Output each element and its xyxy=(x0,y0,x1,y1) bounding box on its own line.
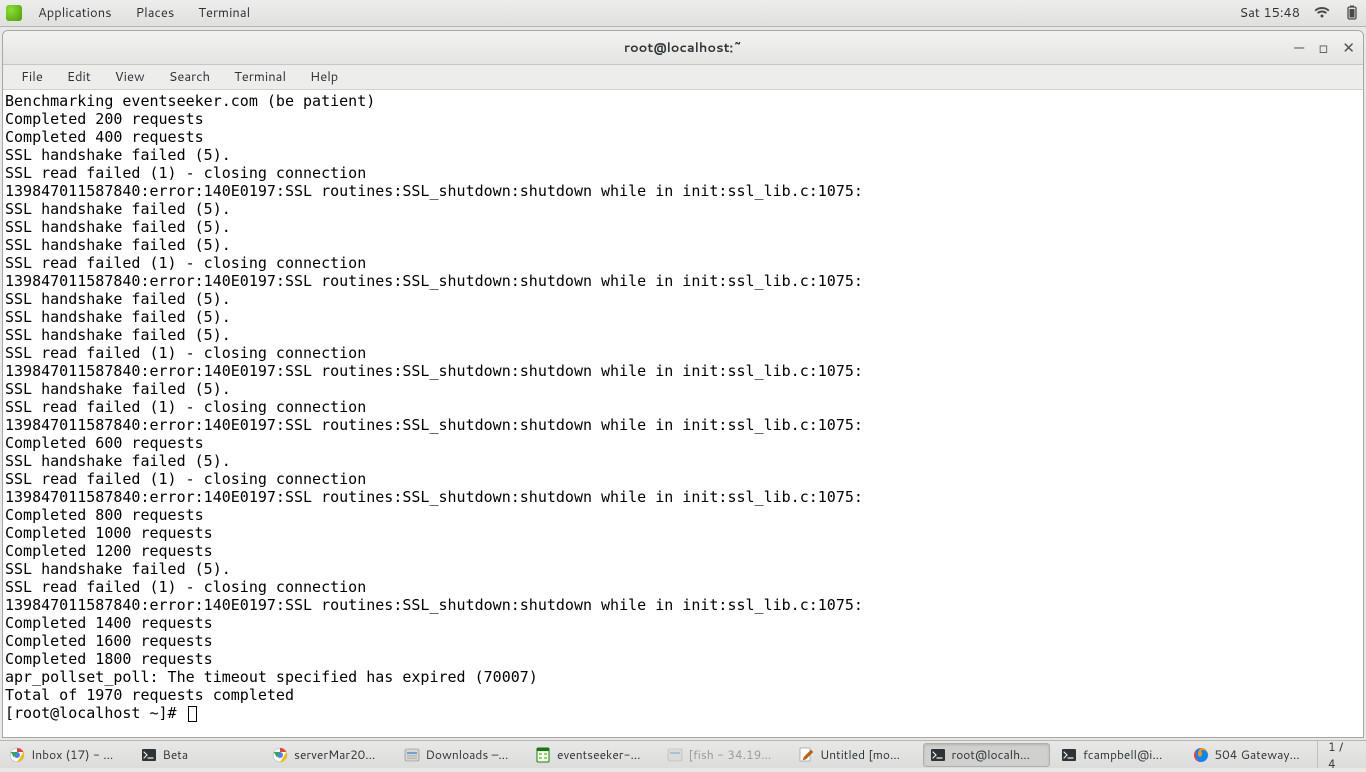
active-app-menu[interactable]: Terminal xyxy=(186,0,262,26)
prompt: [root@localhost ~]# xyxy=(5,704,186,722)
menu-file[interactable]: File xyxy=(9,65,55,89)
terminal-window: root@localhost:~ — ▫ ✕ FileEditViewSearc… xyxy=(2,30,1364,738)
files-dim-icon xyxy=(667,747,683,763)
terminal-icon xyxy=(1061,747,1077,763)
minimize-button[interactable]: — xyxy=(1294,40,1304,55)
task-untitled-mo-[interactable]: Untitled [mo… xyxy=(791,743,919,767)
clock[interactable]: Sat 15:48 xyxy=(1239,4,1300,22)
task-504-gateway-[interactable]: 504 Gateway… xyxy=(1186,743,1314,767)
task-label: serverMar20… xyxy=(294,746,375,763)
calc-icon xyxy=(535,747,551,763)
gedit-icon xyxy=(798,747,814,763)
task-root-localh-[interactable]: root@localh… xyxy=(923,743,1051,767)
workspace-indicator[interactable]: 1 / 4 xyxy=(1317,741,1364,768)
task-servermar20-[interactable]: serverMar20… xyxy=(265,743,393,767)
task-eventseeker-[interactable]: eventseeker-… xyxy=(528,743,656,767)
gnome-foot-icon xyxy=(6,5,22,21)
bottom-taskbar: Inbox (17) - … Beta serverMar20… Downloads … xyxy=(0,740,1366,768)
task-label: Beta xyxy=(163,746,189,763)
close-button[interactable]: ✕ xyxy=(1342,40,1355,55)
menubar: FileEditViewSearchTerminalHelp xyxy=(3,65,1363,90)
menu-search[interactable]: Search xyxy=(157,65,222,89)
applications-menu[interactable]: Applications xyxy=(26,0,124,26)
chrome-icon xyxy=(272,747,288,763)
task-label: eventseeker-… xyxy=(557,746,641,763)
terminal-cursor xyxy=(188,706,197,722)
terminal-output[interactable]: Benchmarking eventseeker.com (be patient… xyxy=(3,90,1363,737)
task-fcampbell-i-[interactable]: fcampbell@i… xyxy=(1054,743,1182,767)
task-beta[interactable]: Beta xyxy=(134,743,262,767)
menu-edit[interactable]: Edit xyxy=(55,65,103,89)
menu-help[interactable]: Help xyxy=(298,65,350,89)
task-label: [fish - 34.19… xyxy=(689,746,772,763)
task-label: 504 Gateway… xyxy=(1215,746,1300,763)
task-downloads-[interactable]: Downloads –… xyxy=(397,743,525,767)
firefox-icon xyxy=(1193,747,1209,763)
top-panel: Applications Places Terminal Sat 15:48 xyxy=(0,0,1366,27)
menu-view[interactable]: View xyxy=(103,65,157,89)
task-label: Inbox (17) - … xyxy=(31,746,113,763)
battery-icon[interactable] xyxy=(1344,5,1360,21)
terminal-icon xyxy=(930,747,946,763)
menu-terminal[interactable]: Terminal xyxy=(222,65,298,89)
chrome-icon xyxy=(9,747,25,763)
places-menu[interactable]: Places xyxy=(124,0,187,26)
files-icon xyxy=(404,747,420,763)
wifi-icon[interactable] xyxy=(1314,5,1330,21)
task-inbox-17-[interactable]: Inbox (17) - … xyxy=(2,743,130,767)
maximize-button[interactable]: ▫ xyxy=(1318,40,1328,55)
window-titlebar[interactable]: root@localhost:~ — ▫ ✕ xyxy=(3,31,1363,65)
task-label: Untitled [mo… xyxy=(820,746,900,763)
task-label: Downloads –… xyxy=(426,746,509,763)
window-title: root@localhost:~ xyxy=(624,39,742,57)
task-label: root@localh… xyxy=(952,746,1031,763)
task--fish-34-19-[interactable]: [fish - 34.19… xyxy=(660,743,788,767)
terminal-icon xyxy=(141,747,157,763)
task-label: fcampbell@i… xyxy=(1083,746,1162,763)
